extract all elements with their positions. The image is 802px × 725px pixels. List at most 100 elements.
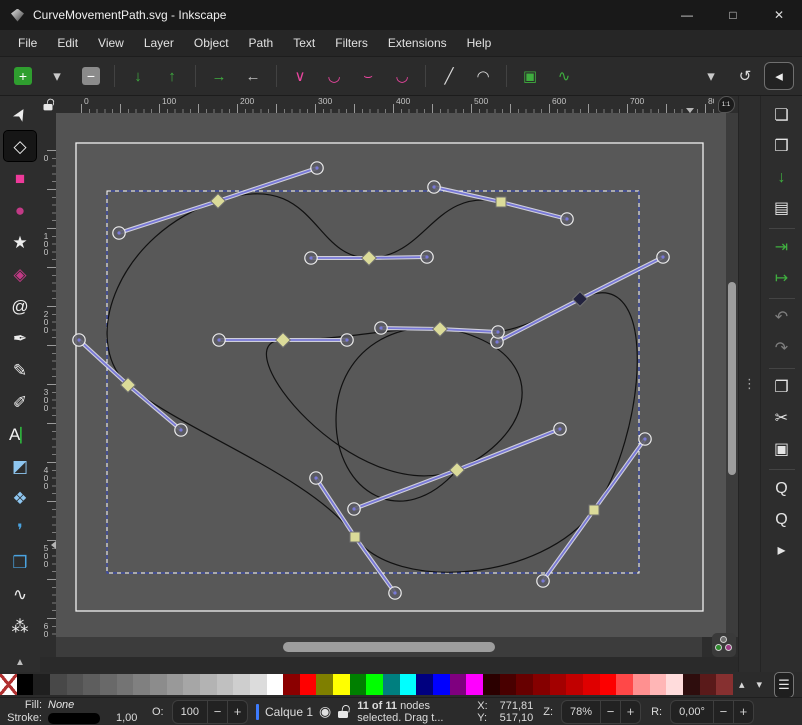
palette-swatch[interactable] — [33, 674, 50, 695]
stroke-to-path-button[interactable]: ∿ — [549, 62, 579, 90]
new-document-button[interactable]: ❏ — [767, 104, 797, 128]
import-button[interactable]: ⇥ — [767, 236, 797, 260]
canvas-drawing[interactable] — [56, 113, 726, 637]
rotation-increase-button[interactable]: + — [733, 701, 753, 723]
palette-swatch[interactable] — [533, 674, 550, 695]
rotation-spinner[interactable]: 0,00° − + — [670, 700, 754, 724]
palette-swatch[interactable] — [50, 674, 67, 695]
rotation-value[interactable]: 0,00° — [671, 706, 713, 718]
menu-file[interactable]: File — [8, 32, 47, 54]
palette-swatch[interactable] — [483, 674, 500, 695]
tweak-tool[interactable]: ∿ — [4, 579, 36, 609]
open-document-button[interactable]: ❒ — [767, 135, 797, 159]
pen-tool[interactable]: ✒ — [4, 323, 36, 353]
delete-segment-button[interactable]: ← — [238, 62, 268, 90]
menu-view[interactable]: View — [88, 32, 134, 54]
close-button[interactable]: ✕ — [756, 0, 802, 30]
palette-swatch[interactable] — [300, 674, 317, 695]
palette-swatch[interactable] — [233, 674, 250, 695]
palette-swatch[interactable] — [167, 674, 184, 695]
palette-swatch[interactable] — [700, 674, 717, 695]
insert-node-button[interactable]: + — [8, 62, 38, 90]
palette-swatch[interactable] — [450, 674, 467, 695]
symmetric-node-button[interactable]: ⌣ — [353, 62, 383, 90]
palette-swatch[interactable] — [83, 674, 100, 695]
zoom-decrease-button[interactable]: − — [600, 701, 620, 723]
menu-extensions[interactable]: Extensions — [378, 32, 457, 54]
undo-button[interactable]: ↶ — [767, 306, 797, 330]
opacity-spinner[interactable]: 100 − + — [172, 700, 248, 724]
palette-swatch[interactable] — [133, 674, 150, 695]
palette-swatch[interactable] — [633, 674, 650, 695]
opacity-decrease-button[interactable]: − — [207, 701, 227, 723]
zoom-value[interactable]: 78% — [562, 706, 600, 718]
curve-segment-button[interactable]: ◠ — [468, 62, 498, 90]
palette-swatch[interactable] — [150, 674, 167, 695]
collapse-toolbar-button[interactable]: ◂ — [764, 62, 794, 90]
palette-swatch[interactable] — [516, 674, 533, 695]
palette-swatch[interactable] — [183, 674, 200, 695]
palette-swatch[interactable] — [466, 674, 483, 695]
menu-path[interactable]: Path — [239, 32, 284, 54]
palette-swatch[interactable] — [250, 674, 267, 695]
horizontal-scrollbar[interactable] — [56, 637, 702, 657]
join-with-segment-button[interactable]: → — [204, 62, 234, 90]
break-path-button[interactable]: ↓ — [123, 62, 153, 90]
spray-tool[interactable]: ⁂ — [4, 611, 36, 641]
palette-swatch[interactable] — [400, 674, 417, 695]
star-tool[interactable]: ★ — [4, 227, 36, 257]
export-button[interactable]: ↦ — [767, 267, 797, 291]
color-management-icon[interactable] — [712, 633, 736, 657]
insert-node-menu[interactable]: ▾ — [42, 62, 72, 90]
auto-smooth-node-button[interactable]: ◡ — [387, 62, 417, 90]
object-to-path-button[interactable]: ▣ — [515, 62, 545, 90]
stroke-width-value[interactable]: 1,00 — [108, 712, 142, 724]
zoom-1-1-icon[interactable]: 1:1 — [718, 96, 735, 113]
fill-value[interactable]: None — [48, 699, 108, 711]
mesh-gradient-tool[interactable]: ❖ — [4, 483, 36, 513]
redo-button[interactable]: ↷ — [767, 337, 797, 361]
delete-node-button[interactable]: − — [76, 62, 106, 90]
corner-node-button[interactable]: ∨ — [285, 62, 315, 90]
print-button[interactable]: ▤ — [767, 197, 797, 221]
gradient-tool[interactable]: ◩ — [4, 451, 36, 481]
stroke-color-swatch[interactable] — [48, 713, 100, 724]
zoom-drawing-button[interactable]: Q — [767, 508, 797, 532]
menu-layer[interactable]: Layer — [134, 32, 184, 54]
expand-dialogs-button[interactable]: ▸ — [767, 539, 797, 563]
box-3d-tool[interactable]: ◈ — [4, 259, 36, 289]
save-document-button[interactable]: ↓ — [767, 166, 797, 190]
canvas-viewport[interactable] — [56, 113, 726, 637]
cut-button[interactable]: ✂ — [767, 407, 797, 431]
menu-edit[interactable]: Edit — [47, 32, 88, 54]
dropper-tool[interactable]: ❜ — [4, 515, 36, 545]
palette-swatch[interactable] — [616, 674, 633, 695]
toolbox-more-icon[interactable]: ▲ — [15, 657, 25, 668]
paste-button[interactable]: ▣ — [767, 438, 797, 462]
text-tool[interactable]: A — [4, 419, 36, 449]
menu-text[interactable]: Text — [283, 32, 325, 54]
path-node[interactable] — [589, 505, 599, 515]
minimize-button[interactable]: — — [664, 0, 710, 30]
palette-swatch[interactable] — [650, 674, 667, 695]
palette-swatch[interactable] — [583, 674, 600, 695]
smooth-node-button[interactable]: ◡ — [319, 62, 349, 90]
copy-button[interactable]: ❐ — [767, 376, 797, 400]
zoom-selection-button[interactable]: Q — [767, 477, 797, 501]
palette-swatch[interactable] — [333, 674, 350, 695]
palette-swatch[interactable] — [416, 674, 433, 695]
toolbar-options-menu[interactable]: ▾ — [696, 62, 726, 90]
path-node[interactable] — [350, 532, 360, 542]
paint-bucket-tool[interactable]: ❒ — [4, 547, 36, 577]
palette-swatch[interactable] — [200, 674, 217, 695]
palette-swatch[interactable] — [566, 674, 583, 695]
palette-swatch[interactable] — [67, 674, 84, 695]
palette-swatch[interactable] — [17, 674, 34, 695]
show-transform-handles-button[interactable]: ↺ — [730, 62, 760, 90]
palette-swatch[interactable] — [100, 674, 117, 695]
palette-swatch[interactable] — [683, 674, 700, 695]
path-node[interactable] — [496, 197, 506, 207]
rectangle-tool[interactable]: ■ — [4, 163, 36, 193]
ellipse-tool[interactable]: ● — [4, 195, 36, 225]
spiral-tool[interactable]: @ — [4, 291, 36, 321]
